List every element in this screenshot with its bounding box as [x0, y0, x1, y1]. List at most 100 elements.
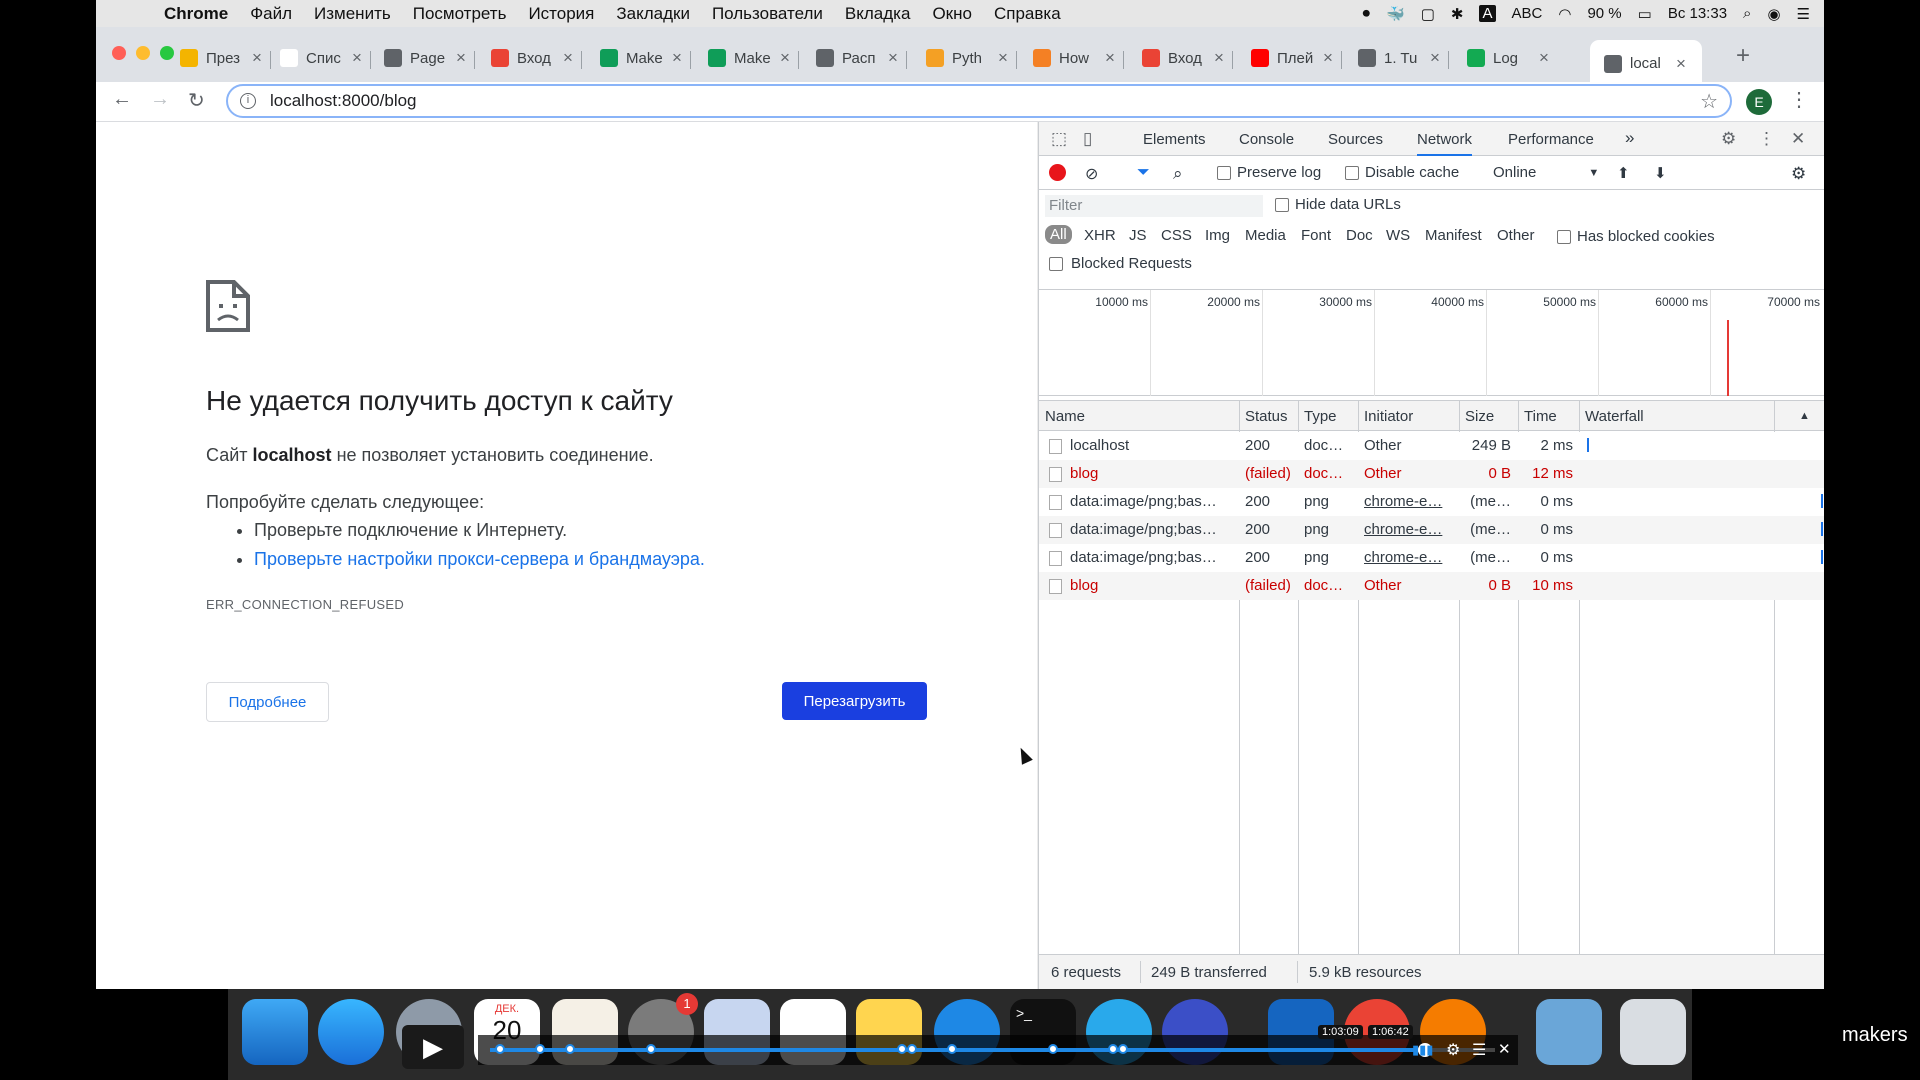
table-row[interactable]: data:image/png;bas… 200 png chrome-e… (me… 0 … [1039, 488, 1824, 516]
tab-globe-6[interactable]: Расп × [802, 40, 902, 76]
tab-close-icon[interactable]: × [1430, 48, 1440, 68]
tab-close-icon[interactable]: × [780, 48, 790, 68]
menu-history[interactable]: История [528, 4, 594, 24]
has-blocked-cookies-checkbox[interactable]: Has blocked cookies [1557, 228, 1715, 245]
spotlight-icon[interactable]: ⌕ [1743, 5, 1751, 22]
checkbox-box[interactable] [1557, 229, 1571, 244]
device-toolbar-icon[interactable]: ▯ [1083, 129, 1092, 149]
devtools-tab-performance[interactable]: Performance [1508, 131, 1594, 148]
type-filter-manifest[interactable]: Manifest [1425, 227, 1482, 244]
window-icon[interactable]: ▢ [1421, 5, 1435, 23]
tab-globe-2[interactable]: Page × [370, 40, 470, 76]
filter-icon[interactable]: ⏷ [1137, 164, 1150, 182]
clock[interactable]: Вс 13:33 [1668, 5, 1727, 22]
column-type[interactable]: Type [1304, 408, 1337, 425]
keyboard-layout-label[interactable]: ABC [1512, 5, 1543, 22]
table-row[interactable]: data:image/png;bas… 200 png chrome-e… (me… 0 … [1039, 544, 1824, 572]
tab-wikipedia-1[interactable]: Спис × [266, 40, 366, 76]
preserve-log-checkbox[interactable]: Preserve log [1217, 164, 1321, 181]
menu-people[interactable]: Пользователи [712, 4, 823, 24]
clear-icon[interactable]: ⊘ [1085, 164, 1098, 184]
devtools-tab-elements[interactable]: Elements [1143, 131, 1206, 148]
tab-leaf-12[interactable]: Log × [1453, 40, 1553, 76]
chapter-marker[interactable] [645, 1044, 656, 1054]
record-icon[interactable]: ⏺ [1363, 5, 1371, 22]
tab-sheets-4[interactable]: Make × [586, 40, 686, 76]
video-progress-bar[interactable]: ▮▮▮ ⚙ ☰ ✕ [478, 1035, 1518, 1065]
video-play-button[interactable]: ▶ [402, 1025, 464, 1069]
chapter-marker[interactable] [897, 1044, 908, 1054]
suggestion-link[interactable]: Проверьте настройки прокси-сервера и бра… [254, 549, 705, 569]
chapter-marker[interactable] [565, 1044, 576, 1054]
menu-view[interactable]: Посмотреть [413, 4, 507, 24]
close-window-button[interactable] [112, 46, 126, 60]
new-tab-button[interactable]: + [1736, 42, 1750, 70]
siri-icon[interactable]: ◉ [1767, 5, 1780, 23]
details-button[interactable]: Подробнее [206, 682, 329, 722]
playlist-icon[interactable]: ☰ [1472, 1040, 1486, 1060]
tab-close-icon[interactable]: × [252, 48, 262, 68]
menu-window[interactable]: Окно [932, 4, 972, 24]
devtools-tab-console[interactable]: Console [1239, 131, 1294, 148]
tab-stackoverflow-8[interactable]: How × [1019, 40, 1119, 76]
menu-app[interactable]: Chrome [164, 4, 228, 24]
browser-menu-icon[interactable]: ⋮ [1789, 87, 1809, 112]
column-status[interactable]: Status [1245, 408, 1288, 425]
docker-icon[interactable]: 🐳 [1386, 5, 1405, 23]
tab-youtube-10[interactable]: Плей × [1237, 40, 1337, 76]
type-filter-js[interactable]: JS [1129, 227, 1147, 244]
forward-button[interactable]: → [150, 88, 170, 111]
address-bar[interactable]: i localhost:8000/blog ☆ [226, 84, 1732, 118]
type-filter-img[interactable]: Img [1205, 227, 1230, 244]
profile-avatar[interactable]: E [1746, 89, 1772, 115]
tab-close-icon[interactable]: × [1676, 54, 1686, 74]
reload-button[interactable]: Перезагрузить [782, 682, 927, 720]
chapter-marker[interactable] [1108, 1044, 1119, 1054]
chapter-marker[interactable] [947, 1044, 958, 1054]
blocked-requests-checkbox[interactable]: Blocked Requests [1049, 255, 1192, 272]
column-waterfall[interactable]: Waterfall [1585, 408, 1644, 425]
app-store-icon[interactable] [318, 999, 384, 1065]
menu-bookmarks[interactable]: Закладки [616, 4, 690, 24]
tab-globe-13[interactable]: local × [1590, 40, 1702, 87]
tab-close-icon[interactable]: × [1214, 48, 1224, 68]
tab-close-icon[interactable]: × [888, 48, 898, 68]
bluetooth-icon[interactable]: ✱ [1451, 5, 1464, 23]
column-initiator[interactable]: Initiator [1364, 408, 1413, 425]
network-overview-timeline[interactable]: 10000 ms 20000 ms 30000 ms 40000 ms 5000… [1039, 289, 1824, 396]
chapter-marker[interactable] [1118, 1044, 1129, 1054]
trash-icon[interactable] [1620, 999, 1686, 1065]
more-tabs-icon[interactable]: » [1625, 128, 1634, 148]
reload-icon[interactable]: ↻ [188, 88, 205, 113]
chapter-marker[interactable] [1047, 1044, 1058, 1054]
type-filter-doc[interactable]: Doc [1346, 227, 1373, 244]
column-name[interactable]: Name [1045, 408, 1085, 425]
type-filter-xhr[interactable]: XHR [1084, 227, 1116, 244]
battery-label[interactable]: 90 % [1587, 5, 1621, 22]
tab-gmail-3[interactable]: Вход × [477, 40, 577, 76]
chapter-marker[interactable] [535, 1044, 546, 1054]
network-settings-gear-icon[interactable]: ⚙ [1791, 164, 1806, 184]
menu-tab[interactable]: Вкладка [845, 4, 911, 24]
tab-close-icon[interactable]: × [672, 48, 682, 68]
tab-close-icon[interactable]: × [352, 48, 362, 68]
table-row[interactable]: data:image/png;bas… 200 png chrome-e… (me… 0 … [1039, 516, 1824, 544]
type-filter-other[interactable]: Other [1497, 227, 1535, 244]
cell-initiator[interactable]: Other [1364, 465, 1454, 482]
checkbox-box[interactable] [1049, 256, 1063, 271]
video-settings-gear-icon[interactable]: ⚙ [1446, 1040, 1460, 1060]
type-filter-media[interactable]: Media [1245, 227, 1286, 244]
back-button[interactable]: ← [112, 88, 132, 111]
column-size[interactable]: Size [1465, 408, 1494, 425]
hide-data-urls-checkbox[interactable]: Hide data URLs [1275, 196, 1401, 213]
notification-center-icon[interactable]: ☰ [1797, 5, 1810, 23]
devtools-tab-network[interactable]: Network [1417, 131, 1473, 156]
tab-close-icon[interactable]: × [998, 48, 1008, 68]
devtools-tab-sources[interactable]: Sources [1328, 131, 1383, 148]
tab-python-7[interactable]: Pyth × [912, 40, 1012, 76]
settings-gear-icon[interactable]: ⚙ [1721, 129, 1736, 149]
type-filter-ws[interactable]: WS [1386, 227, 1410, 244]
tab-close-icon[interactable]: × [1539, 48, 1549, 68]
table-row[interactable]: blog (failed) doc… Other 0 B 10 ms [1039, 572, 1824, 600]
cell-initiator[interactable]: chrome-e… [1364, 549, 1454, 566]
